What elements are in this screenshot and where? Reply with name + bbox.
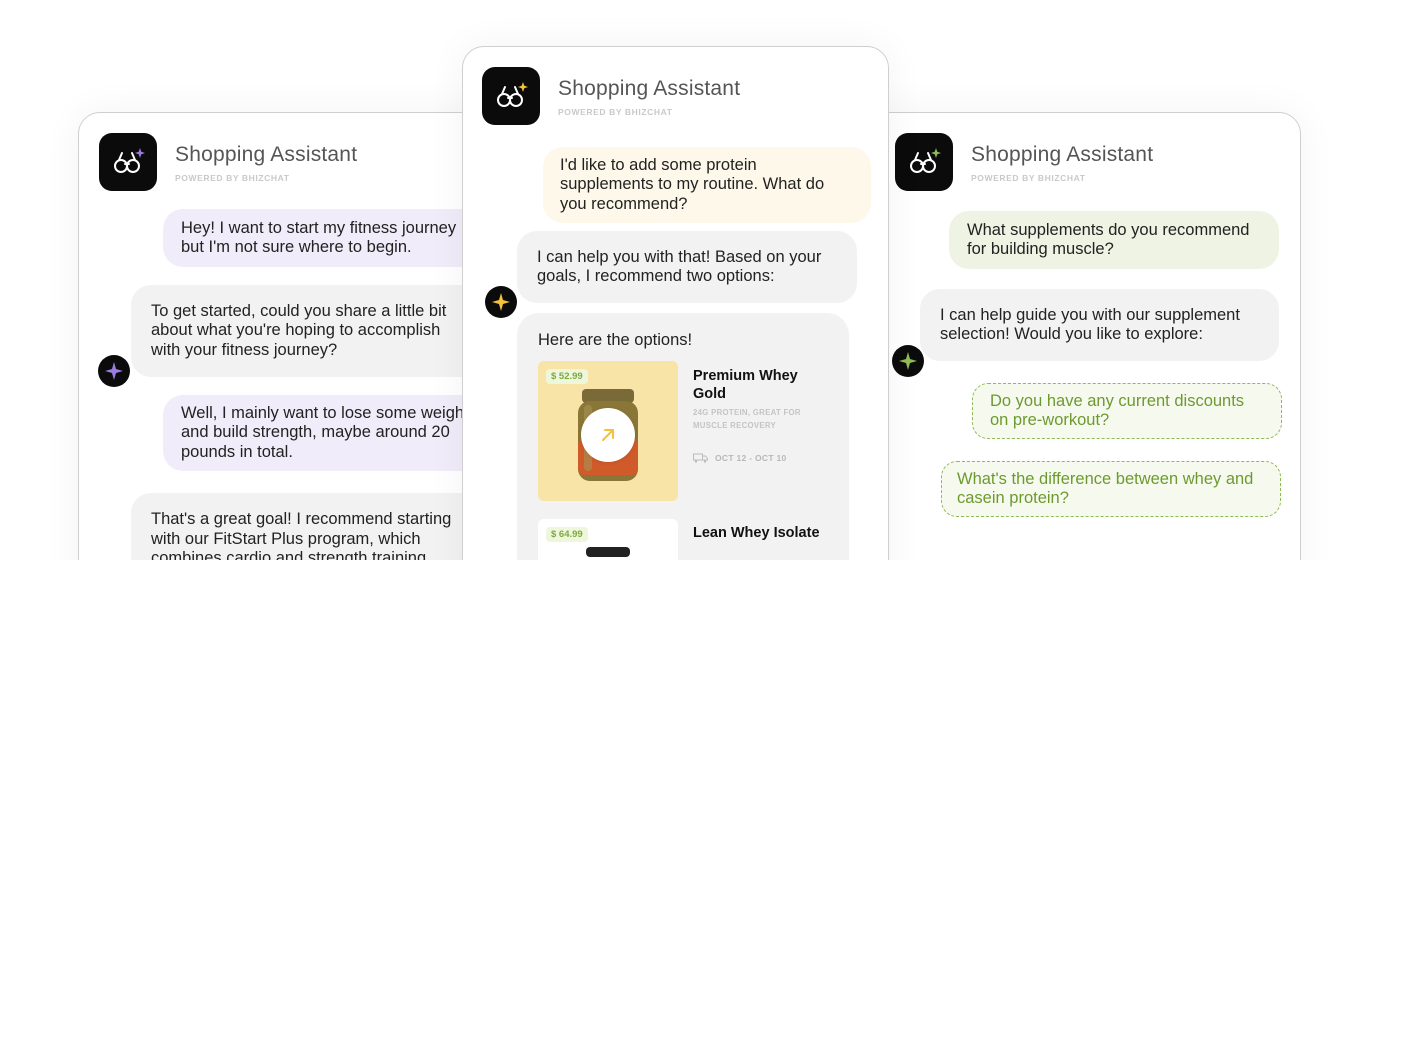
message-text: Hey! I want to start my fitness journey …	[181, 218, 457, 257]
open-product-button[interactable]	[581, 408, 635, 462]
message-text: To get started, could you share a little…	[151, 301, 447, 359]
powered-by-label: POWERED BY BHIZCHAT	[971, 173, 1086, 183]
showcase-stage: Shopping Assistant POWERED BY BHIZCHAT H…	[0, 0, 1408, 560]
user-message: What supplements do you recommend for bu…	[949, 211, 1279, 269]
powered-by-label: POWERED BY BHIZCHAT	[558, 107, 673, 117]
price-badge: $ 64.99	[546, 527, 588, 542]
suggestion-text: What's the difference between whey and c…	[957, 469, 1254, 508]
price-badge: $ 52.99	[546, 369, 588, 384]
user-message: Well, I mainly want to lose some weight …	[163, 395, 493, 471]
assistant-avatar-icon	[892, 345, 924, 377]
product-description: 24G PROTEIN, GREAT FOR MUSCLE RECOVERY	[693, 408, 801, 430]
app-title: Shopping Assistant	[558, 77, 741, 100]
message-text: I'd like to add some protein supplements…	[560, 155, 825, 213]
suggestion-chip[interactable]: Do you have any current discounts on pre…	[972, 383, 1282, 439]
message-text: I can help you with that! Based on your …	[537, 247, 822, 286]
bot-message: That's a great goal! I recommend startin…	[131, 493, 497, 560]
product-image[interactable]: $ 52.99	[538, 361, 678, 501]
user-message: Hey! I want to start my fitness journey …	[163, 209, 497, 267]
product-name[interactable]: Lean Whey Isolate	[693, 525, 823, 543]
chat-header: Shopping Assistant POWERED BY BHIZCHAT	[99, 133, 357, 191]
chat-panel-left: Shopping Assistant POWERED BY BHIZCHAT H…	[78, 112, 498, 560]
powered-by-label: POWERED BY BHIZCHAT	[175, 173, 290, 183]
user-message: I'd like to add some protein supplements…	[543, 147, 871, 223]
suggestion-chip[interactable]: What's the difference between whey and c…	[941, 461, 1281, 517]
options-title: Here are the options!	[538, 331, 693, 349]
assistant-avatar-icon	[485, 286, 517, 318]
app-title: Shopping Assistant	[971, 143, 1154, 166]
message-text: Well, I mainly want to lose some weight …	[181, 403, 469, 461]
product-name[interactable]: Premium Whey Gold	[693, 368, 823, 403]
binoculars-app-icon	[482, 67, 540, 125]
message-text: I can help guide you with our supplement…	[940, 305, 1240, 344]
chat-panel-right: Shopping Assistant POWERED BY BHIZCHAT W…	[860, 112, 1301, 560]
chat-header: Shopping Assistant POWERED BY BHIZCHAT	[482, 67, 740, 125]
message-text: What supplements do you recommend for bu…	[967, 220, 1250, 259]
chat-header: Shopping Assistant POWERED BY BHIZCHAT	[895, 133, 1153, 191]
app-title: Shopping Assistant	[175, 143, 358, 166]
truck-icon	[693, 453, 708, 463]
product-options-card: Here are the options! $ 52.99 Premium Wh…	[517, 313, 849, 560]
product-image[interactable]: $ 64.99	[538, 519, 678, 560]
shipping-text: OCT 12 - OCT 10	[715, 453, 787, 463]
bot-message: To get started, could you share a little…	[131, 285, 481, 377]
chat-panel-center: Shopping Assistant POWERED BY BHIZCHAT I…	[462, 46, 889, 560]
message-text: That's a great goal! I recommend startin…	[151, 510, 452, 560]
bot-message: I can help guide you with our supplement…	[920, 289, 1279, 361]
suggestion-text: Do you have any current discounts on pre…	[990, 391, 1245, 430]
assistant-avatar-icon	[98, 355, 130, 387]
binoculars-app-icon	[99, 133, 157, 191]
shipping-estimate: OCT 12 - OCT 10	[693, 453, 787, 463]
arrow-up-right-icon	[602, 429, 614, 441]
binoculars-app-icon	[895, 133, 953, 191]
bot-message: I can help you with that! Based on your …	[517, 231, 857, 303]
